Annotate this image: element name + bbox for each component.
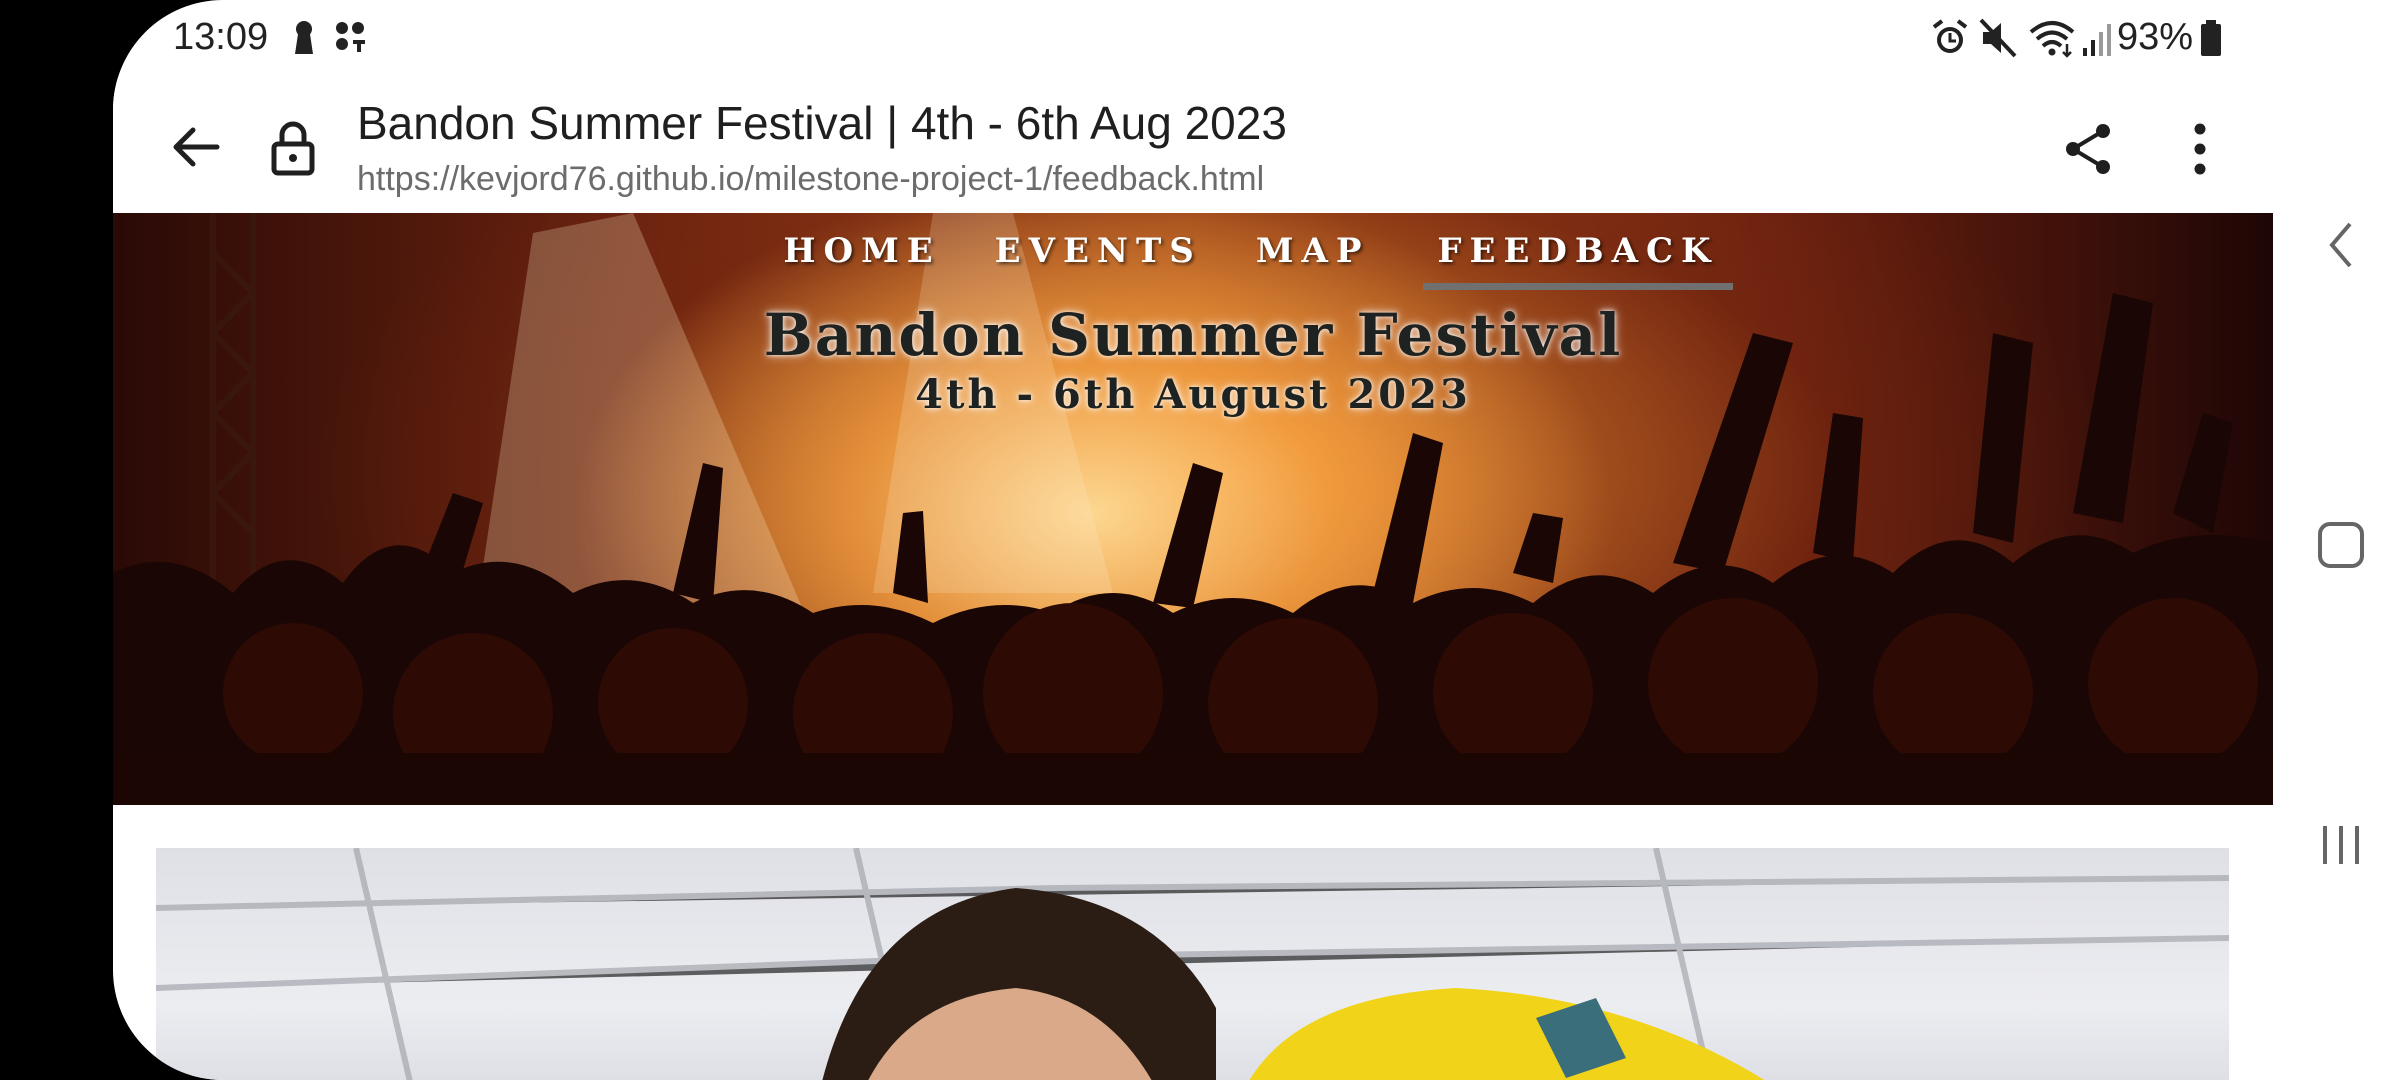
status-time: 13:09 — [173, 16, 269, 58]
nav-link-map[interactable]: MAP — [1256, 231, 1370, 290]
signal-icon — [2081, 18, 2115, 63]
festival-dates: 4th - 6th August 2023 — [915, 371, 1471, 418]
system-back-button[interactable] — [2273, 210, 2408, 280]
alarm-icon — [1931, 18, 1969, 63]
back-button[interactable] — [163, 114, 229, 180]
system-nav-bar — [2273, 0, 2408, 1080]
back-arrow-icon — [173, 127, 220, 167]
hero-banner: HOME EVENTS MAP FEEDBACK Bandon Summer F… — [113, 213, 2273, 805]
mute-icon — [1979, 18, 2017, 63]
battery-percent: 93% — [2117, 16, 2194, 58]
wifi-icon — [2027, 18, 2077, 63]
nav-link-events[interactable]: EVENTS — [995, 231, 1202, 290]
status-bar: 13:09 93% — [113, 0, 2273, 78]
feedback-image — [156, 848, 2229, 1080]
battery-icon — [2199, 18, 2223, 63]
nav-link-feedback[interactable]: FEEDBACK — [1423, 231, 1733, 290]
system-recents-button[interactable] — [2273, 810, 2408, 880]
home-square-icon — [2317, 522, 2364, 568]
browser-toolbar: Bandon Summer Festival | 4th - 6th Aug 2… — [113, 78, 2273, 213]
page-url[interactable]: https://kevjord76.github.io/milestone-pr… — [357, 160, 1264, 199]
more-vert-icon — [2194, 123, 2206, 175]
notification-dots-icon — [333, 18, 369, 63]
nav-link-home[interactable]: HOME — [783, 231, 940, 290]
browser-screen: 13:09 93% Bandon Summer Festival | 4th -… — [113, 0, 2273, 1080]
keyhole-icon — [291, 18, 317, 63]
festival-title: Bandon Summer Festival — [763, 301, 1623, 369]
site-info-button[interactable] — [263, 116, 323, 180]
share-icon — [2066, 124, 2110, 174]
share-button[interactable] — [2053, 114, 2123, 184]
device-frame: 13:09 93% Bandon Summer Festival | 4th -… — [0, 0, 2408, 1080]
site-nav: HOME EVENTS MAP FEEDBACK — [113, 231, 2273, 290]
recents-icon — [2322, 826, 2359, 864]
feedback-photo — [156, 848, 2229, 1080]
more-options-button[interactable] — [2165, 114, 2235, 184]
back-chevron-icon — [2328, 222, 2352, 268]
system-home-button[interactable] — [2273, 510, 2408, 580]
lock-icon — [271, 121, 315, 176]
page-title[interactable]: Bandon Summer Festival | 4th - 6th Aug 2… — [357, 96, 1287, 150]
